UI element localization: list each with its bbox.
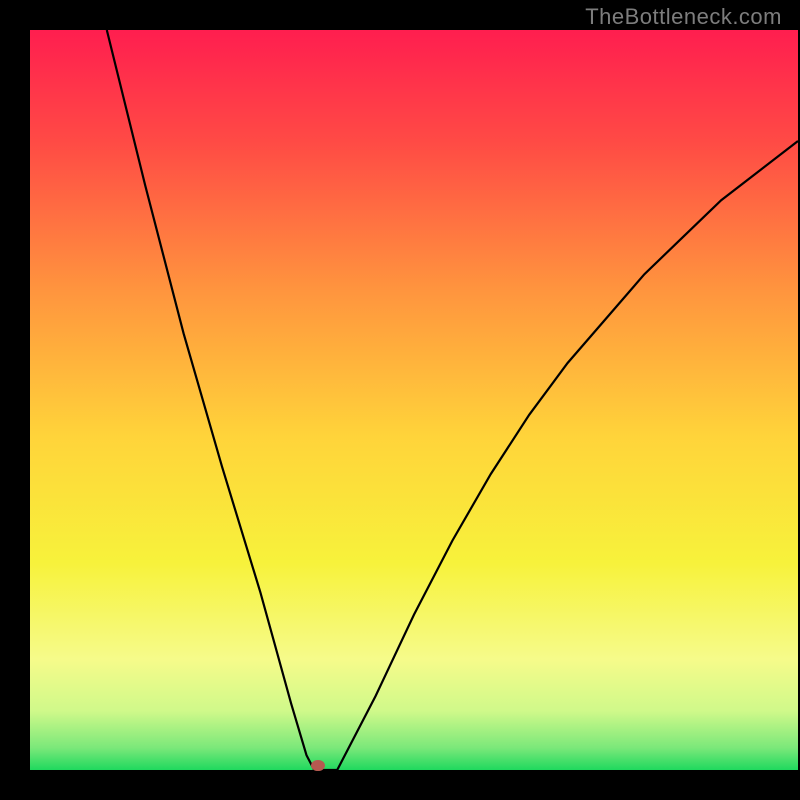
minimum-marker [311,760,325,771]
chart-svg [0,0,800,800]
plot-background [30,30,798,770]
watermark-text: TheBottleneck.com [585,4,782,30]
chart-stage: TheBottleneck.com [0,0,800,800]
